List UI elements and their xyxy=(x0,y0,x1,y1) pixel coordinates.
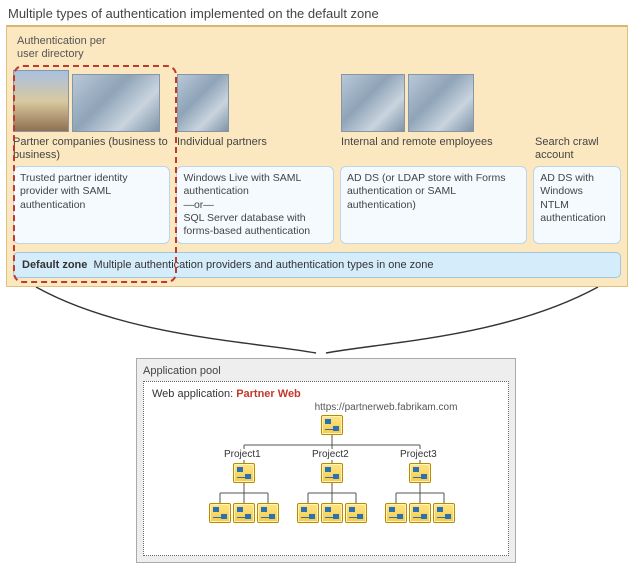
zone-desc: Multiple authentication providers and au… xyxy=(94,259,434,271)
site-node xyxy=(233,463,255,483)
zone-label: Default zone xyxy=(22,259,87,271)
auth-zone-container: Authentication per user directory Partne… xyxy=(6,25,628,287)
column-individual-partners: Individual partners xyxy=(177,66,335,162)
diagram-title: Multiple types of authentication impleme… xyxy=(8,6,637,21)
auth-per-label: Authentication per user directory xyxy=(17,35,621,60)
webapp-name: Partner Web xyxy=(236,388,301,400)
project-label-1: Project1 xyxy=(222,449,263,460)
web-application-box: Web application: Partner Web https://par… xyxy=(143,381,509,556)
connector-lines xyxy=(6,287,628,355)
default-zone-bar: Default zone Multiple authentication pro… xyxy=(13,252,621,278)
site-node xyxy=(321,463,343,483)
project-label-2: Project2 xyxy=(310,449,351,460)
site-tree: Project1 Project2 Project3 xyxy=(152,415,500,545)
site-node xyxy=(321,503,343,523)
webapp-url: https://partnerweb.fabrikam.com xyxy=(272,402,500,413)
laptop-photo xyxy=(408,74,474,132)
site-node xyxy=(433,503,455,523)
column-label: Partner companies (business to business) xyxy=(13,136,171,162)
project-label-3: Project3 xyxy=(398,449,439,460)
site-node xyxy=(409,463,431,483)
column-partner-companies: Partner companies (business to business) xyxy=(13,66,171,162)
auth-box-individual: Windows Live with SAML authentication —o… xyxy=(176,166,333,244)
auth-provider-row: Trusted partner identity provider with S… xyxy=(13,166,621,244)
group-photo xyxy=(72,74,160,132)
column-label: Search crawl account xyxy=(535,136,623,162)
site-node xyxy=(345,503,367,523)
application-pool-box: Application pool Web application: Partne… xyxy=(136,358,516,563)
column-label: Internal and remote employees xyxy=(341,136,529,162)
site-node xyxy=(297,503,319,523)
building-photo xyxy=(13,70,69,132)
column-search-crawl: Search crawl account xyxy=(535,66,623,162)
auth-per-line1: Authentication per xyxy=(17,35,106,47)
column-employees: Internal and remote employees xyxy=(341,66,529,162)
site-node-root xyxy=(321,415,343,435)
app-pool-title: Application pool xyxy=(143,365,509,377)
column-label: Individual partners xyxy=(177,136,335,162)
image-row xyxy=(13,66,171,132)
image-row xyxy=(177,66,335,132)
site-node xyxy=(257,503,279,523)
image-row xyxy=(341,66,529,132)
site-node xyxy=(385,503,407,523)
auth-per-line2: user directory xyxy=(17,48,84,60)
worker-photo xyxy=(341,74,405,132)
webapp-label: Web application: xyxy=(152,388,233,400)
person-photo xyxy=(177,74,229,132)
auth-box-partner: Trusted partner identity provider with S… xyxy=(13,166,170,244)
auth-box-employees: AD DS (or LDAP store with Forms authenti… xyxy=(340,166,527,244)
image-row xyxy=(535,66,623,132)
site-node xyxy=(409,503,431,523)
site-node xyxy=(209,503,231,523)
site-node xyxy=(233,503,255,523)
auth-box-crawl: AD DS with Windows NTLM authentication xyxy=(533,166,621,244)
user-category-columns: Partner companies (business to business)… xyxy=(13,66,621,162)
webapp-title: Web application: Partner Web xyxy=(152,388,500,400)
